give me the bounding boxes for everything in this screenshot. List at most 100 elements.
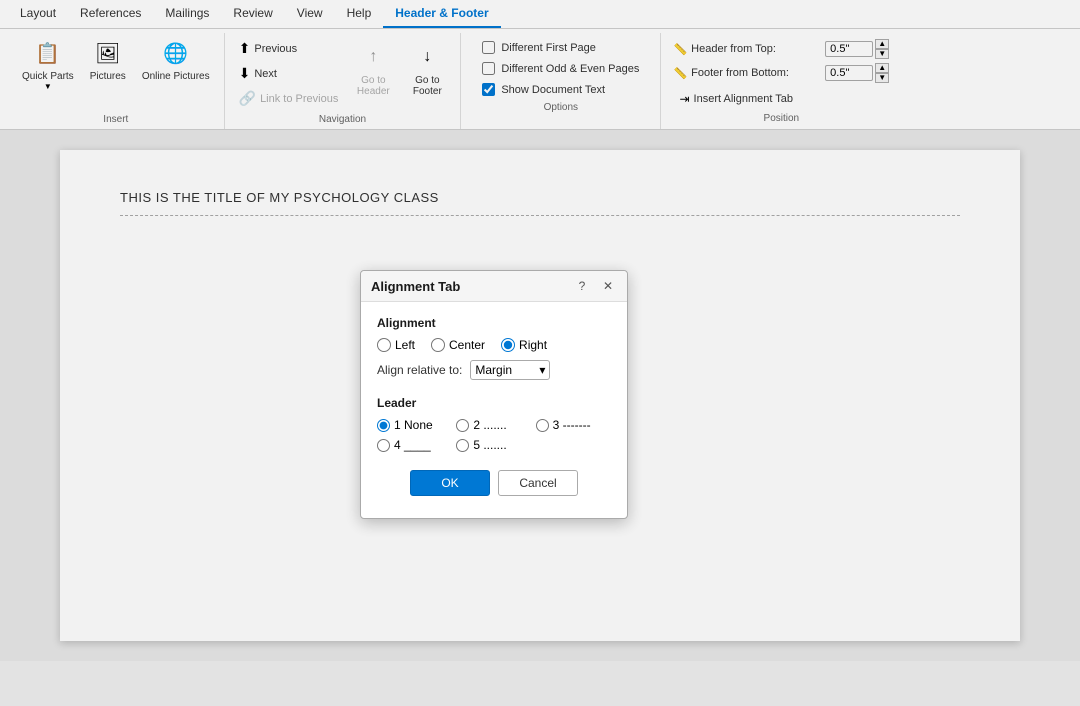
tab-mailings[interactable]: Mailings (153, 0, 221, 28)
next-button[interactable]: ⬇ Next (233, 62, 345, 85)
alignment-center-label: Center (449, 338, 485, 352)
show-doc-text-label: Show Document Text (501, 84, 605, 96)
header-from-top-label: Header from Top: (691, 43, 821, 55)
online-pictures-label: Online Pictures (142, 71, 210, 82)
alignment-tab-dialog[interactable]: Alignment Tab ? ✕ Alignment Left Center (360, 270, 628, 519)
alignment-center-radio[interactable] (431, 338, 445, 352)
diff-first-page-label: Different First Page (501, 42, 596, 54)
alignment-tab-icon: ⇥ (679, 92, 689, 106)
tab-view[interactable]: View (285, 0, 335, 28)
leader-1-option[interactable]: 1 None (377, 418, 452, 432)
leader-5-option[interactable]: 5 ....... (456, 438, 531, 452)
leader-options-grid: 1 None 2 ....... 3 ------- 4 ____ (377, 418, 611, 452)
diff-first-page-row: Different First Page (478, 39, 643, 56)
leader-4-option[interactable]: 4 ____ (377, 438, 452, 452)
position-group-label: Position (764, 113, 800, 128)
go-to-footer-button[interactable]: ↓ Go toFooter (402, 37, 452, 101)
align-relative-value: Margin (475, 363, 512, 377)
tab-help[interactable]: Help (335, 0, 384, 28)
header-top-spin-up[interactable]: ▲ (875, 39, 889, 49)
footer-bottom-spin-up[interactable]: ▲ (875, 63, 889, 73)
show-doc-text-checkbox[interactable] (482, 83, 495, 96)
document-title: THIS IS THE TITLE OF MY PSYCHOLOGY CLASS (120, 190, 439, 205)
previous-label: Previous (254, 43, 297, 55)
tab-review[interactable]: Review (221, 0, 284, 28)
cancel-button[interactable]: Cancel (498, 470, 578, 496)
alignment-right-option[interactable]: Right (501, 338, 547, 352)
dialog-title: Alignment Tab (371, 279, 460, 294)
header-icon: 📏 (673, 43, 687, 56)
alignment-left-radio[interactable] (377, 338, 391, 352)
leader-2-option[interactable]: 2 ....... (456, 418, 531, 432)
quick-parts-icon: 📋 (32, 37, 64, 69)
online-pictures-button[interactable]: 🌐 Online Pictures (136, 33, 216, 86)
quick-parts-button[interactable]: 📋 Quick Parts ▼ (16, 33, 80, 95)
ribbon-content: 📋 Quick Parts ▼ 🖼 Pictures 🌐 Online Pict… (0, 29, 1080, 129)
ribbon-group-options: Different First Page Different Odd & Eve… (461, 33, 661, 129)
leader-3-option[interactable]: 3 ------- (536, 418, 611, 432)
go-to-footer-icon: ↓ (411, 41, 443, 73)
diff-first-page-checkbox[interactable] (482, 41, 495, 54)
next-label: Next (254, 68, 277, 80)
dialog-close-button[interactable]: ✕ (599, 277, 617, 295)
navigation-group-label: Navigation (319, 114, 366, 129)
align-relative-select[interactable]: Margin ▾ (470, 360, 550, 380)
quick-parts-dropdown-arrow: ▼ (44, 82, 52, 91)
ribbon-group-position: 📏 Header from Top: ▲ ▼ 📏 Footer from Bot… (661, 33, 901, 129)
footer-from-bottom-input[interactable] (825, 65, 873, 81)
link-to-previous-button[interactable]: 🔗 Link to Previous (233, 87, 345, 110)
ribbon-group-insert: 📋 Quick Parts ▼ 🖼 Pictures 🌐 Online Pict… (8, 33, 225, 129)
leader-1-label: 1 None (394, 418, 433, 432)
ribbon-group-navigation: ⬆ Previous ⬇ Next 🔗 Link to Previous ↑ (225, 33, 462, 129)
previous-button[interactable]: ⬆ Previous (233, 37, 345, 60)
pictures-button[interactable]: 🖼 Pictures (84, 33, 132, 86)
alignment-center-option[interactable]: Center (431, 338, 485, 352)
dialog-body: Alignment Left Center Right Align relati… (361, 302, 627, 518)
link-to-previous-icon: 🔗 (239, 90, 256, 107)
insert-alignment-tab-label: Insert Alignment Tab (694, 93, 793, 105)
online-pictures-icon: 🌐 (160, 37, 192, 69)
alignment-left-option[interactable]: Left (377, 338, 415, 352)
leader-5-radio[interactable] (456, 439, 469, 452)
document-header: THIS IS THE TITLE OF MY PSYCHOLOGY CLASS (120, 190, 960, 216)
header-from-top-input[interactable] (825, 41, 873, 57)
alignment-section-title: Alignment (377, 316, 611, 330)
tab-header-footer[interactable]: Header & Footer (383, 0, 500, 28)
tab-layout[interactable]: Layout (8, 0, 68, 28)
header-top-spin-down[interactable]: ▼ (875, 49, 889, 59)
leader-2-label: 2 ....... (473, 418, 506, 432)
options-group-label: Options (544, 102, 578, 117)
alignment-right-label: Right (519, 338, 547, 352)
diff-odd-even-checkbox[interactable] (482, 62, 495, 75)
dialog-titlebar: Alignment Tab ? ✕ (361, 271, 627, 302)
show-doc-text-row: Show Document Text (478, 81, 643, 98)
go-to-header-button[interactable]: ↑ Go toHeader (348, 37, 398, 101)
alignment-left-label: Left (395, 338, 415, 352)
dialog-help-button[interactable]: ? (573, 277, 591, 295)
leader-3-radio[interactable] (536, 419, 549, 432)
go-to-header-label: Go toHeader (357, 75, 390, 97)
leader-4-radio[interactable] (377, 439, 390, 452)
tab-references[interactable]: References (68, 0, 153, 28)
leader-4-label: 4 ____ (394, 438, 431, 452)
previous-icon: ⬆ (239, 40, 251, 57)
pictures-icon: 🖼 (92, 37, 124, 69)
footer-from-bottom-row: 📏 Footer from Bottom: ▲ ▼ (673, 63, 889, 83)
insert-alignment-tab-button[interactable]: ⇥ Insert Alignment Tab (673, 89, 889, 109)
go-to-footer-label: Go toFooter (413, 75, 442, 97)
insert-group-label: Insert (103, 114, 128, 129)
alignment-right-radio[interactable] (501, 338, 515, 352)
leader-1-radio[interactable] (377, 419, 390, 432)
align-relative-label: Align relative to: (377, 363, 462, 377)
next-icon: ⬇ (239, 65, 251, 82)
pictures-label: Pictures (90, 71, 126, 82)
footer-icon: 📏 (673, 67, 687, 80)
leader-5-label: 5 ....... (473, 438, 506, 452)
dialog-footer: OK Cancel (377, 466, 611, 504)
ok-button[interactable]: OK (410, 470, 490, 496)
leader-2-radio[interactable] (456, 419, 469, 432)
leader-section-title: Leader (377, 396, 611, 410)
footer-bottom-spin-down[interactable]: ▼ (875, 73, 889, 83)
quick-parts-label: Quick Parts (22, 71, 74, 82)
go-to-header-icon: ↑ (357, 41, 389, 73)
